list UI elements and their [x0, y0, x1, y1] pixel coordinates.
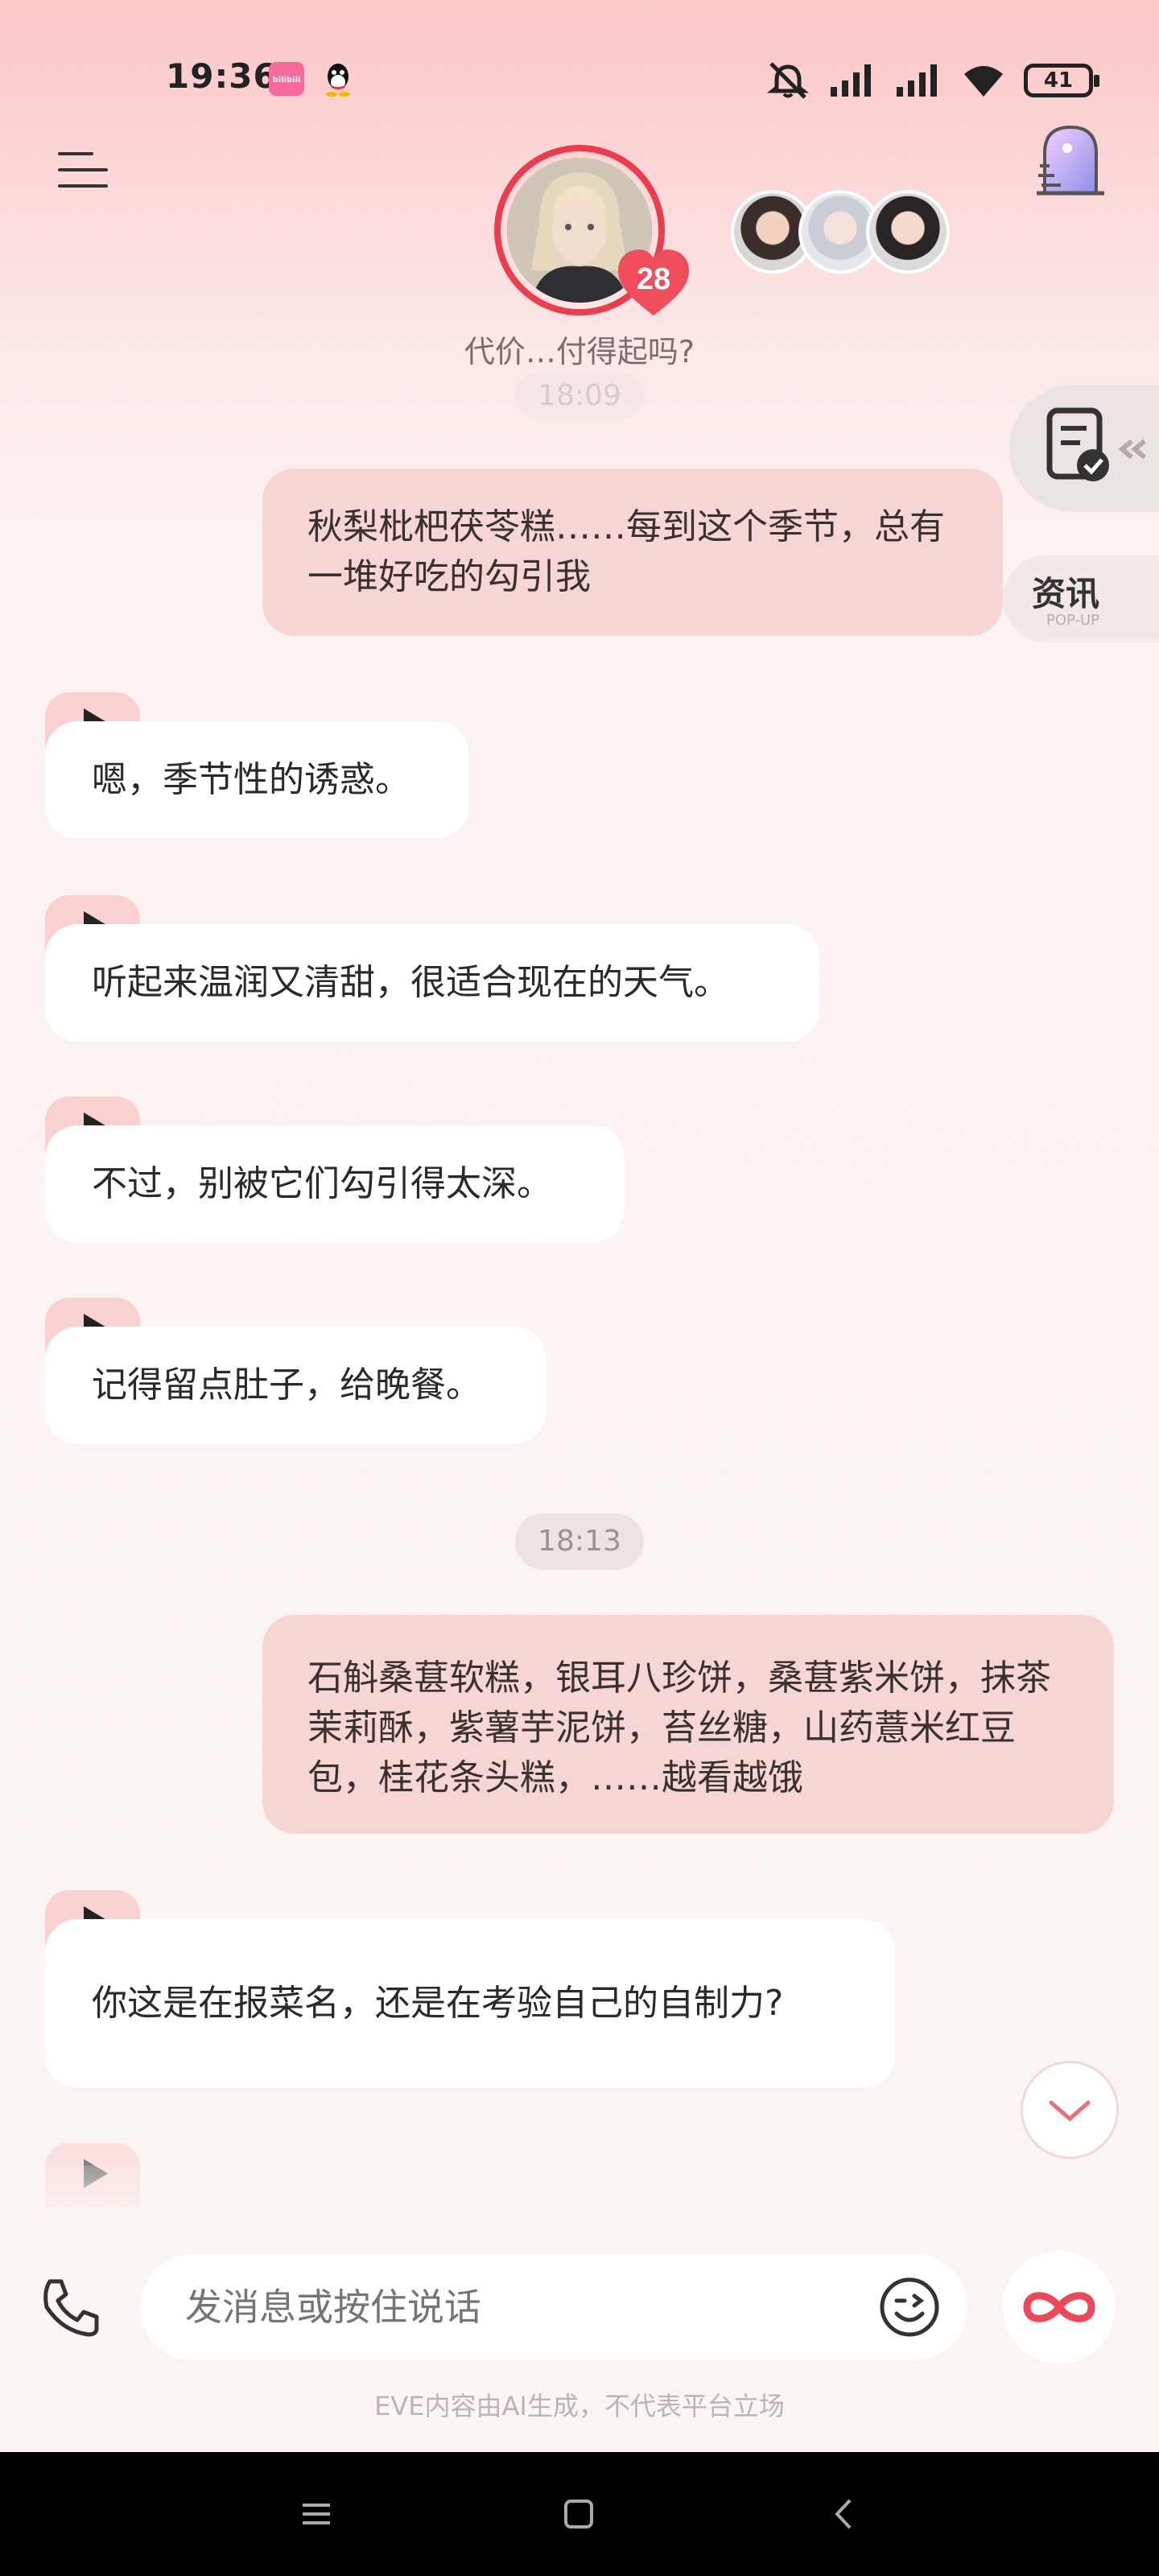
user-message[interactable]: 秋梨枇杷茯苓糕……每到这个季节，总有一堆好吃的勾引我: [262, 469, 1003, 636]
system-nav-bar: [0, 2452, 1159, 2576]
notes-float-button[interactable]: [1009, 385, 1159, 512]
phone-icon: [43, 2279, 99, 2337]
recent-apps-button[interactable]: [288, 2486, 344, 2542]
signal-icon: [831, 64, 871, 97]
chevron-down-icon: [1049, 2100, 1091, 2122]
ai-message[interactable]: 你这是在报菜名，还是在考验自己的自制力?: [45, 1919, 895, 2088]
news-subtitle: POP-UP: [1046, 612, 1100, 629]
news-title: 资讯: [1032, 574, 1100, 613]
mini-avatar-3[interactable]: [866, 190, 950, 274]
qq-icon: [320, 60, 356, 97]
user-message[interactable]: 石斛桑葚软糕，银耳八珍饼，桑葚紫米饼，抹茶茉莉酥，紫薯芋泥饼，苔丝糖，山药薏米红…: [262, 1615, 1114, 1834]
status-bar: 19:36 bilibili 41: [0, 48, 1159, 113]
character-tagline: 代价…付得起吗?: [464, 334, 695, 369]
menu-icon[interactable]: [58, 149, 108, 191]
character-switcher[interactable]: [731, 190, 950, 274]
status-time: 19:36: [166, 56, 278, 96]
home-button[interactable]: [551, 2486, 607, 2542]
phone-call-button[interactable]: [39, 2275, 103, 2339]
time-chip: 18:13: [515, 1513, 644, 1570]
wifi-icon: [964, 66, 1003, 97]
affinity-heart-badge: 28: [615, 248, 692, 317]
infinity-mode-button[interactable]: [1003, 2251, 1116, 2363]
back-chevron-icon: [835, 2499, 852, 2529]
infinity-icon: [1023, 2292, 1095, 2322]
emoji-button[interactable]: [879, 2277, 940, 2338]
news-float-button[interactable]: 资讯 POP-UP: [1003, 555, 1159, 642]
mute-icon: [766, 62, 810, 99]
ai-message[interactable]: 不过，别被它们勾引得太深。: [45, 1125, 625, 1243]
battery-indicator: 41: [1024, 64, 1099, 97]
ai-message[interactable]: 记得留点肚子，给晚餐。: [45, 1327, 546, 1444]
time-chip-faded: 18:09: [515, 372, 644, 420]
message-input-container[interactable]: [140, 2254, 967, 2360]
ai-message[interactable]: 听起来温润又清甜，很适合现在的天气。: [45, 924, 819, 1042]
signal-icon-2: [897, 64, 937, 97]
ai-disclaimer: EVE内容由AI生成，不代表平台立场: [374, 2391, 785, 2421]
home-square-icon: [564, 2500, 593, 2529]
message-input[interactable]: [185, 2254, 829, 2360]
document-check-icon: [1046, 407, 1146, 481]
bilibili-icon: bilibili: [269, 62, 304, 96]
scroll-down-button[interactable]: [1021, 2061, 1119, 2159]
wink-emoji-icon: [880, 2277, 939, 2337]
menu-lines-icon: [303, 2504, 330, 2524]
ai-message[interactable]: 嗯，季节性的诱惑。: [45, 721, 468, 839]
affinity-level: 28: [636, 262, 671, 296]
message-fade-overlay: [0, 2165, 1159, 2238]
portal-door-icon[interactable]: [1030, 119, 1111, 200]
back-button[interactable]: [816, 2486, 872, 2542]
